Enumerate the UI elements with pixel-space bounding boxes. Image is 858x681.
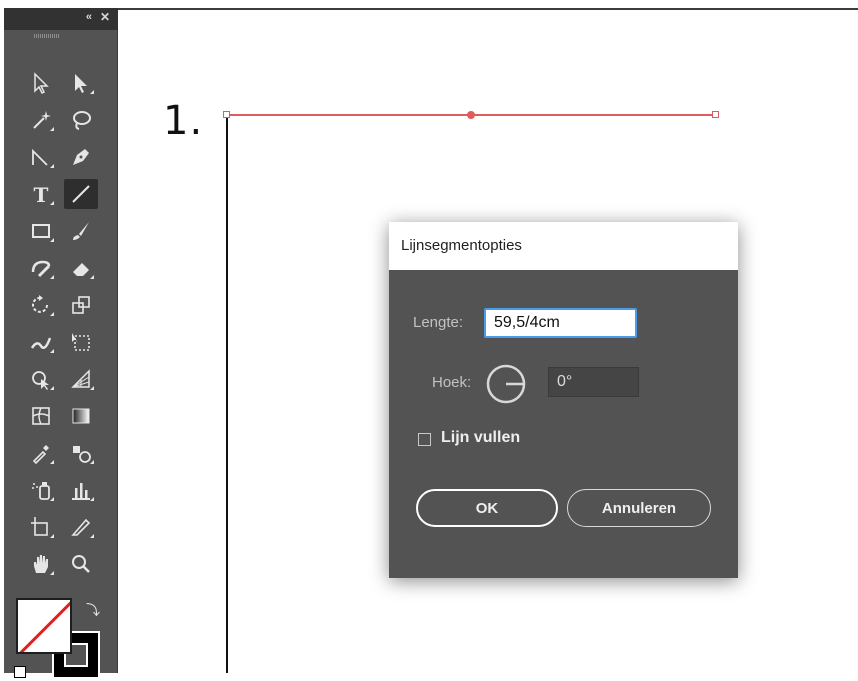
lasso-tool-button[interactable] xyxy=(64,105,98,135)
scale-tool-button[interactable] xyxy=(64,290,98,320)
flyout-indicator-icon xyxy=(90,497,94,501)
flyout-indicator-icon xyxy=(50,497,54,501)
selection-tool-icon xyxy=(34,72,49,95)
flyout-indicator-icon xyxy=(90,386,94,390)
pen-tool-icon xyxy=(73,149,89,165)
close-panel-icon[interactable]: ✕ xyxy=(100,10,110,24)
gradient-tool-button[interactable] xyxy=(64,401,98,431)
perspective-grid-tool-button[interactable] xyxy=(64,364,98,394)
flyout-indicator-icon xyxy=(50,127,54,131)
angle-dial-icon[interactable] xyxy=(485,363,527,405)
cancel-button[interactable]: Annuleren xyxy=(567,489,711,527)
canvas-top-edge xyxy=(118,8,858,10)
swap-fill-stroke-icon[interactable]: ⤵ xyxy=(86,600,100,620)
flyout-indicator-icon xyxy=(50,386,54,390)
rotate-tool-button[interactable] xyxy=(24,290,58,320)
free-transform-tool-button[interactable] xyxy=(64,327,98,357)
curvature-tool-button[interactable] xyxy=(24,142,58,172)
ok-button[interactable]: OK xyxy=(416,489,558,527)
flyout-indicator-icon xyxy=(50,201,54,205)
line-segment-options-dialog: Lijnsegmentopties Lengte: Hoek: Lijn vul… xyxy=(389,222,738,578)
line-segment-tool-button[interactable] xyxy=(64,179,98,209)
scale-tool-icon xyxy=(72,296,90,314)
flyout-indicator-icon xyxy=(50,460,54,464)
step-label: 1. xyxy=(163,98,204,144)
length-input[interactable] xyxy=(484,308,637,338)
selection-tool-button[interactable] xyxy=(24,68,58,98)
flyout-indicator-icon xyxy=(50,164,54,168)
angle-input[interactable] xyxy=(548,367,639,397)
svg-text:T: T xyxy=(34,183,49,206)
angle-label: Hoek: xyxy=(432,374,472,391)
flyout-indicator-icon xyxy=(50,275,54,279)
fill-line-checkbox[interactable] xyxy=(418,433,431,446)
magic-wand-tool-button[interactable] xyxy=(24,105,58,135)
flyout-indicator-icon xyxy=(50,312,54,316)
fill-swatch[interactable] xyxy=(16,598,72,654)
flyout-indicator-icon xyxy=(50,571,54,575)
mesh-tool-button[interactable] xyxy=(24,401,58,431)
line-center-point[interactable] xyxy=(467,111,475,119)
free-transform-tool-icon xyxy=(72,333,90,351)
flyout-indicator-icon xyxy=(90,275,94,279)
tools-panel-header: « ✕ xyxy=(4,8,118,30)
collapse-panel-icon[interactable]: « xyxy=(86,11,92,23)
shape-builder-tool-button[interactable] xyxy=(24,364,58,394)
line-segment-tool-icon xyxy=(72,185,90,203)
length-label: Lengte: xyxy=(413,314,464,331)
column-graph-tool-button[interactable] xyxy=(64,475,98,505)
warp-tool-button[interactable] xyxy=(24,327,58,357)
vertical-guide-line xyxy=(226,112,228,673)
gradient-tool-icon xyxy=(72,408,90,424)
eraser-tool-button[interactable] xyxy=(64,253,98,283)
zoom-tool-icon xyxy=(72,555,90,573)
dialog-title: Lijnsegmentopties xyxy=(389,222,738,270)
shaper-tool-button[interactable] xyxy=(24,253,58,283)
type-tool-button[interactable]: T xyxy=(24,179,58,209)
pen-tool-button[interactable] xyxy=(64,142,98,172)
fill-line-label[interactable]: Lijn vullen xyxy=(441,429,520,447)
mesh-tool-icon xyxy=(32,407,50,425)
lasso-tool-icon xyxy=(73,111,91,130)
flyout-indicator-icon xyxy=(90,534,94,538)
eyedropper-tool-button[interactable] xyxy=(24,438,58,468)
fill-stroke-widget: ⤵ xyxy=(14,598,114,681)
line-end-anchor[interactable] xyxy=(712,111,719,118)
hand-tool-button[interactable] xyxy=(24,549,58,579)
artboard-tool-button[interactable] xyxy=(24,512,58,542)
zoom-tool-button[interactable] xyxy=(64,549,98,579)
paintbrush-tool-icon xyxy=(73,222,89,240)
symbol-sprayer-tool-button[interactable] xyxy=(24,475,58,505)
flyout-indicator-icon xyxy=(90,460,94,464)
paintbrush-tool-button[interactable] xyxy=(64,216,98,246)
flyout-indicator-icon xyxy=(50,349,54,353)
line-start-anchor[interactable] xyxy=(223,111,230,118)
flyout-indicator-icon xyxy=(50,534,54,538)
slice-tool-button[interactable] xyxy=(64,512,98,542)
panel-grip[interactable] xyxy=(34,34,60,38)
tools-panel: « ✕ T ⤵ xyxy=(4,8,118,679)
default-fill-stroke-icon[interactable] xyxy=(14,666,26,678)
blend-tool-button[interactable] xyxy=(64,438,98,468)
flyout-indicator-icon xyxy=(50,238,54,242)
direct-selection-tool-button[interactable] xyxy=(64,68,98,98)
flyout-indicator-icon xyxy=(90,90,94,94)
rectangle-tool-button[interactable] xyxy=(24,216,58,246)
